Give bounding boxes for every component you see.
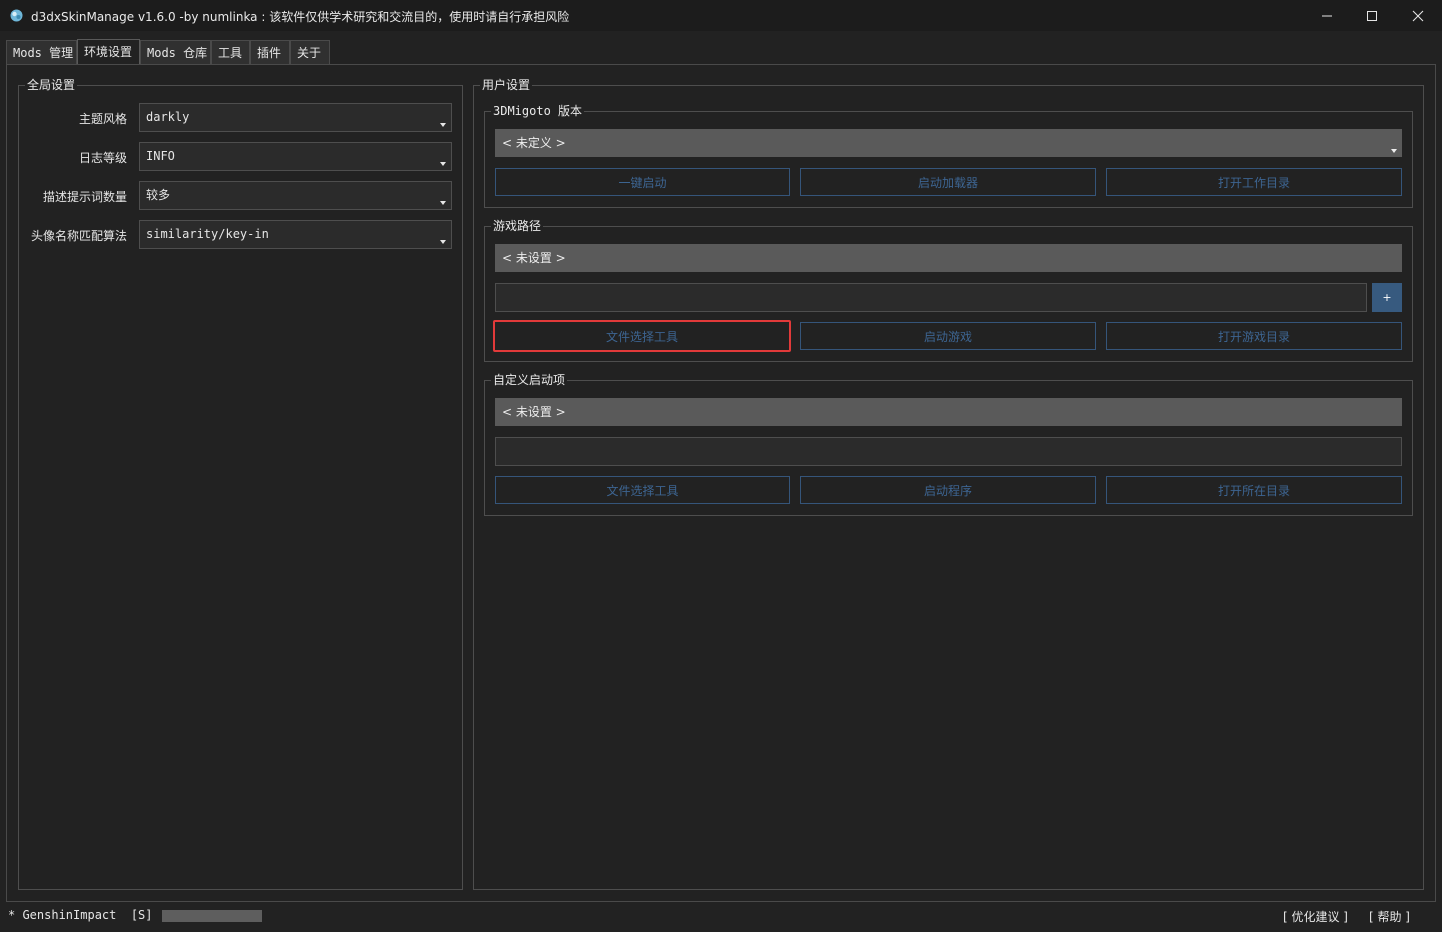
tab-tools[interactable]: 工具	[211, 40, 250, 65]
tab-mods-manage[interactable]: Mods 管理	[6, 40, 77, 65]
tab-plugins[interactable]: 插件	[250, 40, 290, 65]
custom-launch-value: < 未设置 >	[502, 405, 566, 419]
open-work-dir-button[interactable]: 打开工作目录	[1106, 168, 1402, 196]
chevron-down-icon	[440, 123, 446, 127]
maximize-button[interactable]	[1349, 0, 1395, 31]
custom-launch-input[interactable]	[495, 437, 1402, 466]
avatar-match-value: similarity/key-in	[146, 227, 269, 241]
global-settings-title: 全局设置	[25, 77, 78, 93]
prompt-count-label: 描述提示词数量	[42, 190, 127, 204]
open-game-dir-button[interactable]: 打开游戏目录	[1106, 322, 1402, 350]
log-level-value: INFO	[146, 149, 175, 163]
prompt-count-select[interactable]: 较多	[139, 181, 452, 210]
close-icon	[1412, 10, 1424, 21]
game-path-display: < 未设置 >	[495, 244, 1402, 272]
minimize-icon	[1322, 15, 1332, 16]
add-game-path-button[interactable]: +	[1372, 283, 1402, 312]
custom-file-picker-button[interactable]: 文件选择工具	[495, 476, 790, 504]
launch-program-button[interactable]: 启动程序	[800, 476, 1096, 504]
tab-mods-repository[interactable]: Mods 仓库	[140, 40, 211, 65]
theme-value: darkly	[146, 110, 190, 124]
theme-select[interactable]: darkly	[139, 103, 452, 132]
game-path-input[interactable]	[495, 283, 1367, 312]
migoto-version-title: 3DMigoto 版本	[491, 103, 585, 119]
chevron-down-icon	[440, 240, 446, 244]
log-level-select[interactable]: INFO	[139, 142, 452, 171]
chevron-down-icon	[440, 201, 446, 205]
chevron-down-icon	[440, 162, 446, 166]
theme-label: 主题风格	[78, 112, 127, 126]
minimize-button[interactable]	[1304, 0, 1350, 31]
game-path-value: < 未设置 >	[502, 251, 566, 265]
custom-launch-title: 自定义启动项	[491, 372, 568, 388]
chevron-down-icon	[1391, 149, 1397, 153]
custom-launch-display: < 未设置 >	[495, 398, 1402, 426]
game-path-title: 游戏路径	[491, 218, 544, 234]
game-file-picker-button[interactable]: 文件选择工具	[493, 320, 791, 352]
tab-environment-settings[interactable]: 环境设置	[77, 39, 140, 65]
suggestion-link[interactable]: [ 优化建议 ]	[1283, 908, 1348, 925]
launch-game-button[interactable]: 启动游戏	[800, 322, 1096, 350]
launch-loader-button[interactable]: 启动加载器	[800, 168, 1096, 196]
help-link[interactable]: [ 帮助 ]	[1369, 908, 1410, 925]
status-progress-bar	[162, 910, 262, 922]
one-click-launch-button[interactable]: 一键启动	[495, 168, 790, 196]
title-bar: d3dxSkinManage v1.6.0 -by numlinka : 该软件…	[0, 0, 1442, 31]
log-level-label: 日志等级	[78, 151, 127, 165]
prompt-count-value: 较多	[146, 188, 171, 202]
avatar-match-select[interactable]: similarity/key-in	[139, 220, 452, 249]
window-title: d3dxSkinManage v1.6.0 -by numlinka : 该软件…	[31, 10, 570, 24]
migoto-version-select[interactable]: < 未定义 >	[495, 129, 1402, 157]
migoto-version-value: < 未定义 >	[502, 136, 566, 150]
open-program-dir-button[interactable]: 打开所在目录	[1106, 476, 1402, 504]
avatar-match-label: 头像名称匹配算法	[30, 229, 127, 243]
close-button[interactable]	[1395, 0, 1441, 31]
user-settings-title: 用户设置	[480, 77, 533, 93]
maximize-icon	[1367, 10, 1377, 21]
app-icon	[10, 9, 23, 22]
tab-about[interactable]: 关于	[290, 40, 330, 65]
status-text: * GenshinImpact [S] -	[8, 908, 175, 922]
